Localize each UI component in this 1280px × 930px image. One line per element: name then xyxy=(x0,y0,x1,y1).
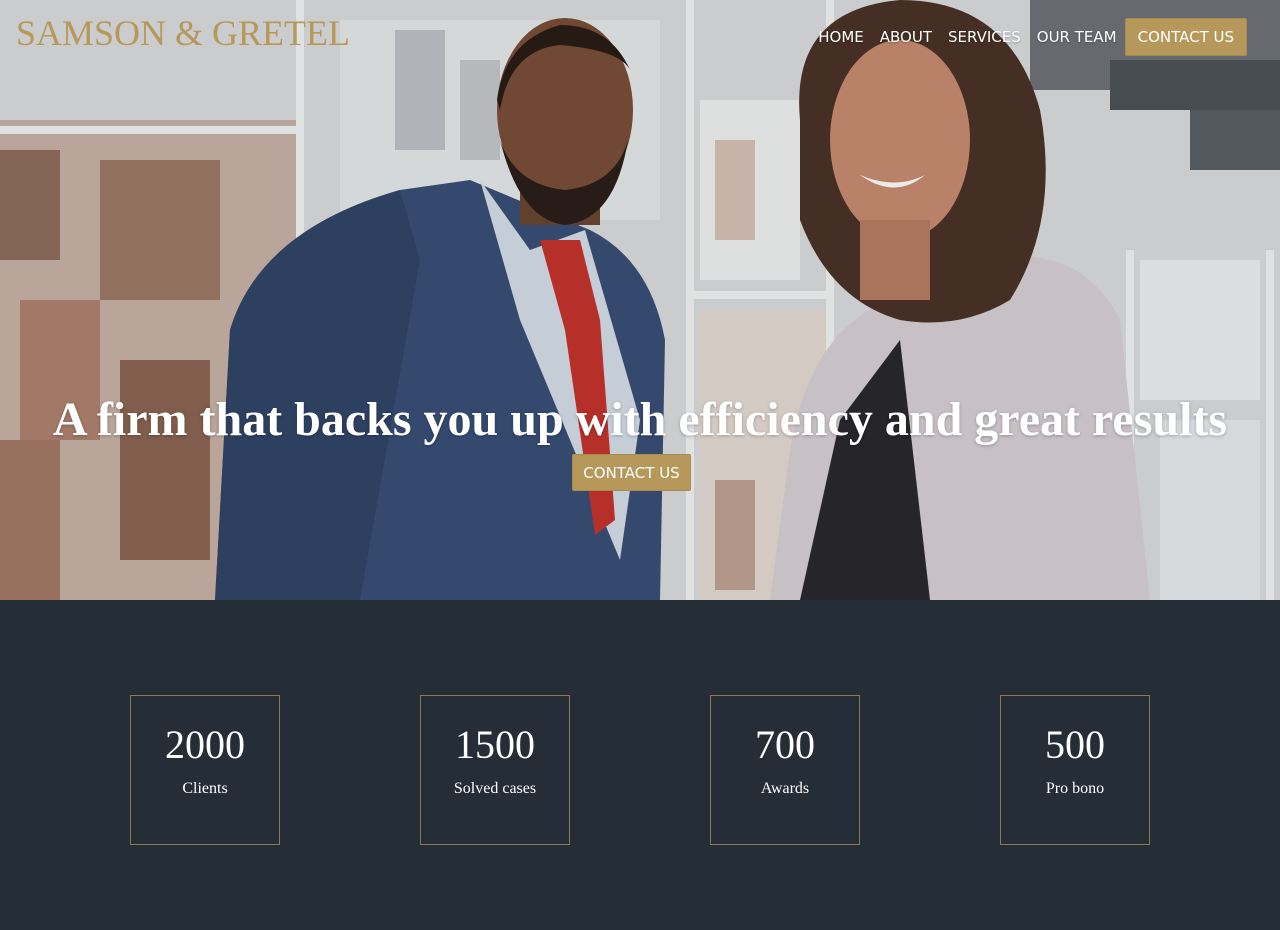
hero-section: SAMSON & GRETEL HOME ABOUT SERVICES OUR … xyxy=(0,0,1280,600)
stat-pro-bono: 500 Pro bono xyxy=(1000,695,1150,845)
stat-label: Pro bono xyxy=(1045,780,1105,797)
stats-section: 2000 Clients 1500 Solved cases 700 Award… xyxy=(0,600,1280,930)
nav-about[interactable]: ABOUT xyxy=(880,28,932,46)
stat-awards: 700 Awards xyxy=(710,695,860,845)
stat-label: Solved cases xyxy=(453,780,537,797)
hero-photo xyxy=(0,0,1280,600)
nav-contact-button[interactable]: CONTACT US xyxy=(1124,18,1247,56)
nav-home[interactable]: HOME xyxy=(818,28,864,46)
hero-contact-button[interactable]: CONTACT US xyxy=(572,454,691,491)
stat-clients: 2000 Clients xyxy=(130,695,280,845)
nav-our-team[interactable]: OUR TEAM xyxy=(1037,28,1117,46)
stat-label: Clients xyxy=(182,780,228,797)
main-nav: HOME ABOUT SERVICES OUR TEAM CONTACT US xyxy=(818,18,1247,56)
stat-label: Awards xyxy=(760,780,810,797)
stat-value: 2000 xyxy=(165,722,245,767)
hero-headline: A firm that backs you up with efficiency… xyxy=(52,393,1228,446)
stat-value: 1500 xyxy=(455,722,535,767)
stat-value: 700 xyxy=(755,722,815,767)
brand-logo[interactable]: SAMSON & GRETEL xyxy=(16,12,350,54)
stat-value: 500 xyxy=(1045,722,1105,767)
nav-services[interactable]: SERVICES xyxy=(948,28,1021,46)
stat-solved-cases: 1500 Solved cases xyxy=(420,695,570,845)
